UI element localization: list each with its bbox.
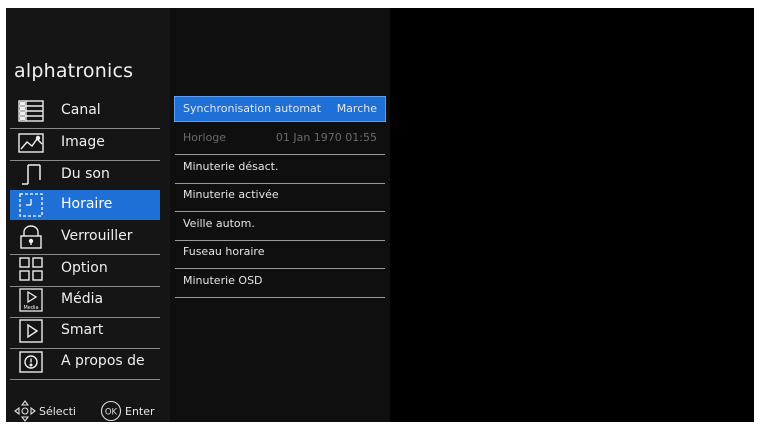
menu-item-image[interactable]: Image [10, 128, 160, 161]
submenu-item-value: Marche [336, 102, 377, 115]
divider [10, 379, 160, 380]
menu-item-verrouiller[interactable]: Verrouiller [10, 222, 160, 255]
lock-icon [18, 225, 44, 249]
menu-item-label: Média [61, 291, 104, 307]
brand-logo: alphatronics [14, 60, 134, 82]
submenu-item-veille-autom[interactable]: Veille autom. [175, 212, 385, 241]
submenu-item-label: Veille autom. [183, 217, 255, 230]
grid-icon [18, 257, 44, 281]
divider [175, 297, 385, 298]
menu-item-label: Du son [61, 166, 110, 182]
submenu-item-synchronisation[interactable]: Synchronisation automat Marche [174, 96, 386, 122]
submenu-item-label: Minuterie OSD [183, 274, 263, 287]
info-icon [18, 350, 44, 374]
menu-item-label: Verrouiller [61, 228, 133, 244]
menu-item-media[interactable]: Media Média [10, 285, 160, 318]
menu-item-horaire[interactable]: Horaire [10, 190, 160, 220]
menu-item-label: A propos de [61, 353, 145, 369]
submenu-item-label: Minuterie désact. [183, 160, 279, 173]
menu-item-smart[interactable]: Smart [10, 316, 160, 349]
media-icon: Media [18, 288, 44, 312]
menu-item-du-son[interactable]: Du son [10, 160, 160, 193]
submenu-item-value: 01 Jan 1970 01:55 [275, 131, 377, 144]
svg-text:OK: OK [105, 408, 118, 418]
submenu-item-label: Horloge [183, 131, 227, 144]
submenu-item-minuterie-osd[interactable]: Minuterie OSD [175, 269, 385, 298]
enter-hint-label: Enter [125, 405, 155, 418]
select-hint-label: Sélecti [39, 405, 76, 418]
music-note-icon [18, 163, 44, 187]
submenu-item-horloge: Horloge 01 Jan 1970 01:55 [175, 126, 385, 155]
svg-text:Media: Media [23, 305, 38, 311]
menu-item-option[interactable]: Option [10, 254, 160, 287]
ok-button-icon: OK [100, 400, 122, 422]
list-icon [18, 99, 44, 123]
menu-item-label: Horaire [61, 196, 113, 212]
tv-screen: alphatronics Canal Image Du son Horaire … [6, 8, 754, 422]
play-icon [18, 319, 44, 343]
submenu-item-fuseau-horaire[interactable]: Fuseau horaire [175, 240, 385, 269]
submenu-item-minuterie-activee[interactable]: Minuterie activée [175, 183, 385, 212]
menu-item-label: Image [61, 134, 105, 150]
submenu-item-label: Fuseau horaire [183, 245, 265, 258]
clock-icon [18, 193, 44, 217]
menu-item-label: Canal [61, 102, 101, 118]
submenu-item-minuterie-desact[interactable]: Minuterie désact. [175, 155, 385, 184]
menu-item-a-propos-de[interactable]: A propos de [10, 347, 160, 380]
picture-icon [18, 131, 44, 155]
dpad-icon [14, 400, 36, 422]
menu-item-canal[interactable]: Canal [10, 96, 160, 129]
submenu-item-label: Synchronisation automat [183, 102, 322, 115]
menu-item-label: Option [61, 260, 108, 276]
submenu-item-label: Minuterie activée [183, 188, 279, 201]
menu-item-label: Smart [61, 322, 104, 338]
